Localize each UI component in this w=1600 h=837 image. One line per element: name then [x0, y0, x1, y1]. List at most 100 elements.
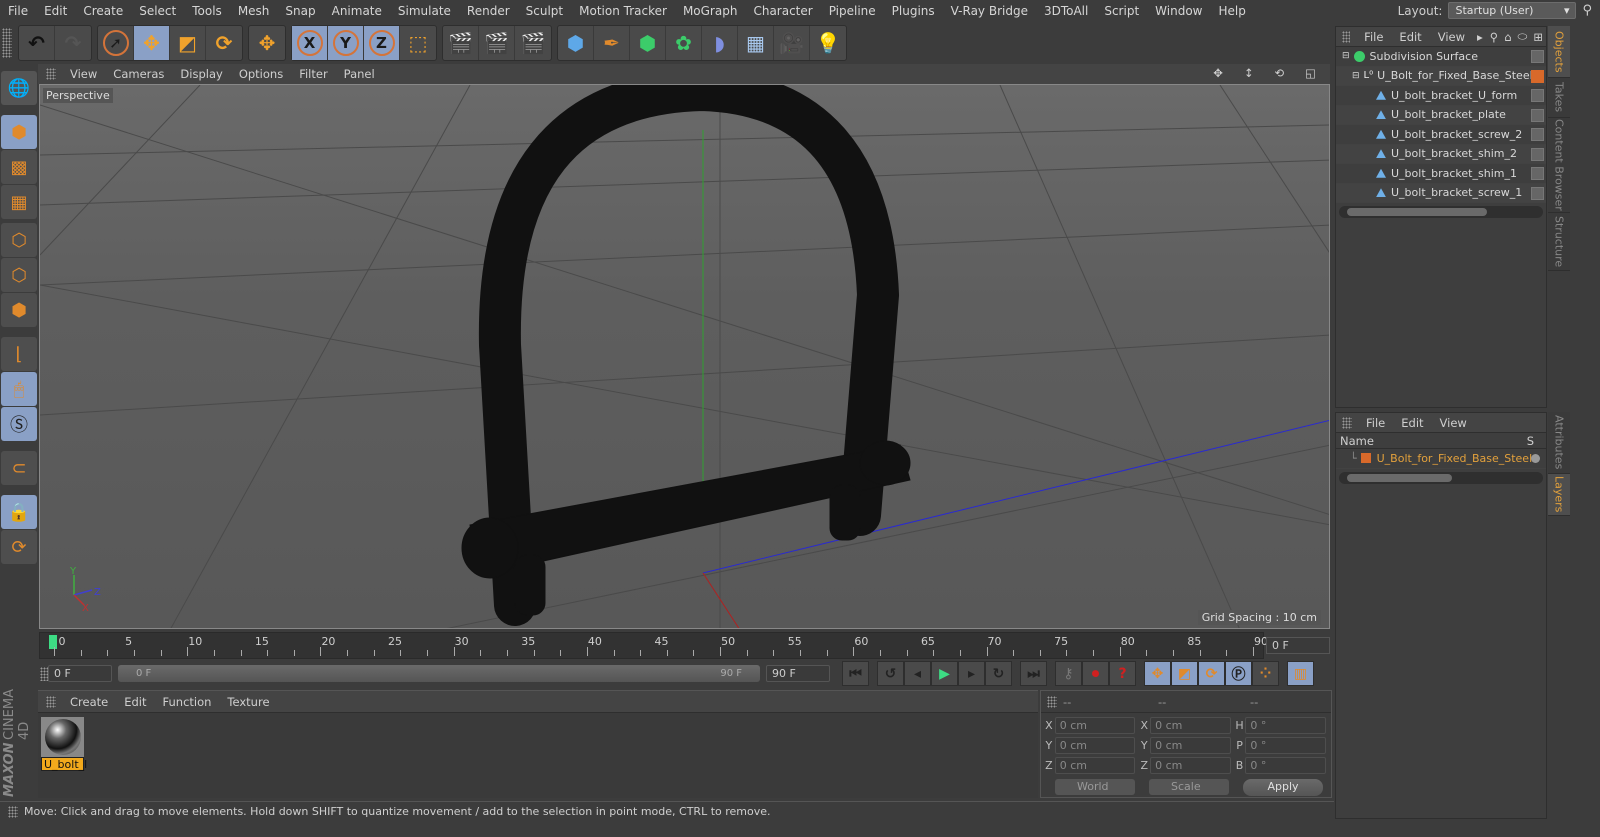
menu-help[interactable]: Help: [1210, 4, 1253, 18]
object-row-child[interactable]: U_bolt_bracket_screw_2: [1336, 125, 1546, 145]
next-frame-button[interactable]: ▸: [958, 661, 985, 686]
live-selection-button[interactable]: ➚: [98, 26, 134, 60]
orbit-icon[interactable]: ⟲: [1266, 66, 1292, 80]
x-axis-toggle[interactable]: X: [292, 26, 328, 60]
material-menu-edit[interactable]: Edit: [116, 695, 154, 709]
render-picture-viewer-button[interactable]: 🎬: [479, 26, 515, 60]
object-row-subdivision[interactable]: ⊟ Subdivision Surface: [1336, 47, 1546, 67]
layer-menu-file[interactable]: File: [1358, 416, 1393, 430]
end-frame-field[interactable]: 90 F: [766, 665, 830, 682]
render-view-button[interactable]: 🎬: [443, 26, 479, 60]
rotate-tool-button[interactable]: ⟳: [206, 26, 242, 60]
playhead[interactable]: [49, 635, 57, 649]
pos-y-field[interactable]: 0 cm: [1054, 736, 1136, 754]
y-axis-toggle[interactable]: Y: [328, 26, 364, 60]
viewport-grip[interactable]: [46, 68, 56, 80]
points-mode-button[interactable]: ⬡: [1, 223, 37, 257]
help-keys-button[interactable]: ?: [1109, 661, 1136, 686]
object-row-child[interactable]: U_bolt_bracket_screw_1: [1336, 183, 1546, 203]
current-frame-field[interactable]: 0 F: [1266, 637, 1330, 654]
locked-workplane-button[interactable]: 🔒: [1, 495, 37, 529]
workplane-mode-button[interactable]: ▦: [1, 185, 37, 219]
tab-content-browser[interactable]: Content Browser: [1548, 118, 1570, 213]
autokey-button[interactable]: ⏺: [1082, 661, 1109, 686]
coordinate-system-button[interactable]: ⬚: [400, 26, 436, 60]
object-row-child[interactable]: U_bolt_bracket_U_form: [1336, 86, 1546, 106]
pan-icon[interactable]: ✥: [1205, 66, 1231, 80]
size-x-field[interactable]: 0 cm: [1150, 716, 1231, 734]
previous-frame-button[interactable]: ◂: [904, 661, 931, 686]
visibility-toggle[interactable]: [1531, 167, 1544, 180]
visibility-toggle[interactable]: [1531, 89, 1544, 102]
key-rotation-button[interactable]: ⟳: [1198, 661, 1225, 686]
viewport-menu-filter[interactable]: Filter: [291, 67, 335, 81]
new-window-icon[interactable]: ⊞: [1530, 30, 1546, 44]
planar-workplane-button[interactable]: ⟳: [1, 530, 37, 564]
magnet-button[interactable]: ⊂: [1, 451, 37, 485]
layer-col-name[interactable]: Name: [1340, 434, 1374, 448]
menu-simulate[interactable]: Simulate: [390, 4, 459, 18]
toggle-view-icon[interactable]: ◱: [1297, 66, 1324, 80]
object-grip[interactable]: [1342, 30, 1351, 43]
filter-icon[interactable]: ⬭: [1515, 29, 1531, 44]
tab-attributes[interactable]: Attributes: [1548, 412, 1570, 474]
object-row-child[interactable]: U_bolt_bracket_shim_1: [1336, 164, 1546, 184]
axis-mode-button[interactable]: ⌊: [1, 337, 37, 371]
apply-button[interactable]: Apply: [1243, 778, 1323, 796]
scroll-thumb[interactable]: [1347, 473, 1452, 482]
menu-edit[interactable]: Edit: [36, 4, 75, 18]
menu-character[interactable]: Character: [745, 4, 820, 18]
render-settings-button[interactable]: 🎬: [515, 26, 551, 60]
menu-motion-tracker[interactable]: Motion Tracker: [571, 4, 675, 18]
viewport-menu-view[interactable]: View: [62, 67, 105, 81]
coord-transform-dropdown[interactable]: Scale: [1149, 779, 1229, 795]
visibility-toggle[interactable]: [1531, 147, 1544, 161]
menu-window[interactable]: Window: [1147, 4, 1210, 18]
go-to-start-button[interactable]: ⏮: [842, 661, 869, 686]
search-icon[interactable]: ⚲: [1487, 30, 1501, 44]
menu-mograph[interactable]: MoGraph: [675, 4, 746, 18]
material-menu-create[interactable]: Create: [62, 695, 116, 709]
scroll-thumb[interactable]: [1347, 208, 1487, 216]
menu-snap[interactable]: Snap: [277, 4, 323, 18]
pos-x-field[interactable]: 0 cm: [1054, 716, 1136, 734]
transform-tool-button[interactable]: ✥: [249, 26, 285, 60]
pos-z-field[interactable]: 0 cm: [1054, 756, 1136, 774]
undo-button[interactable]: ↶: [19, 26, 55, 60]
collapse-icon[interactable]: ⊟: [1342, 51, 1350, 61]
size-y-field[interactable]: 0 cm: [1150, 736, 1231, 754]
material-menu-function[interactable]: Function: [155, 695, 220, 709]
more-arrow-icon[interactable]: ▸: [1473, 30, 1487, 44]
z-axis-toggle[interactable]: Z: [364, 26, 400, 60]
tab-structure[interactable]: Structure: [1548, 213, 1570, 271]
rot-h-field[interactable]: 0 °: [1245, 716, 1326, 734]
object-menu-view[interactable]: View: [1430, 30, 1473, 44]
texture-mode-button[interactable]: ▩: [1, 150, 37, 184]
camera-label[interactable]: Perspective: [43, 88, 113, 103]
coord-grip[interactable]: [1047, 695, 1057, 708]
menu-render[interactable]: Render: [459, 4, 518, 18]
key-parameter-button[interactable]: Ⓟ: [1225, 661, 1252, 686]
timeline-ruler[interactable]: 0 5 10 15 20 25 30 35 40 45 50 55 60 65 70 75 80 85 90: [39, 632, 1268, 659]
material-grip[interactable]: [46, 695, 56, 708]
object-menu-file[interactable]: File: [1356, 30, 1391, 44]
key-scale-button[interactable]: ◩: [1171, 661, 1198, 686]
solo-toggle[interactable]: [1531, 454, 1540, 463]
next-keyframe-button[interactable]: ↻: [985, 661, 1012, 686]
layer-grip[interactable]: [1342, 416, 1352, 429]
toolbar-grip[interactable]: [2, 28, 12, 58]
dolly-icon[interactable]: ↕: [1236, 66, 1262, 80]
layer-color-swatch[interactable]: [1531, 69, 1544, 83]
play-button[interactable]: ▶: [931, 661, 958, 686]
subdivision-button[interactable]: ⬢: [630, 26, 666, 60]
move-tool-button[interactable]: ✥: [134, 26, 170, 60]
rot-b-field[interactable]: 0 °: [1245, 756, 1326, 774]
model-mode-button[interactable]: ⬢: [1, 115, 37, 149]
layout-dropdown[interactable]: Startup (User) ▾: [1448, 2, 1577, 19]
viewport-menu-panel[interactable]: Panel: [336, 67, 383, 81]
menu-3dtoall[interactable]: 3DToAll: [1036, 4, 1096, 18]
object-horizontal-scrollbar[interactable]: [1339, 206, 1543, 218]
coord-mode-dropdown[interactable]: World: [1055, 779, 1135, 795]
frame-range-slider[interactable]: 0 F 90 F: [118, 665, 760, 682]
visibility-toggle[interactable]: [1531, 50, 1544, 63]
